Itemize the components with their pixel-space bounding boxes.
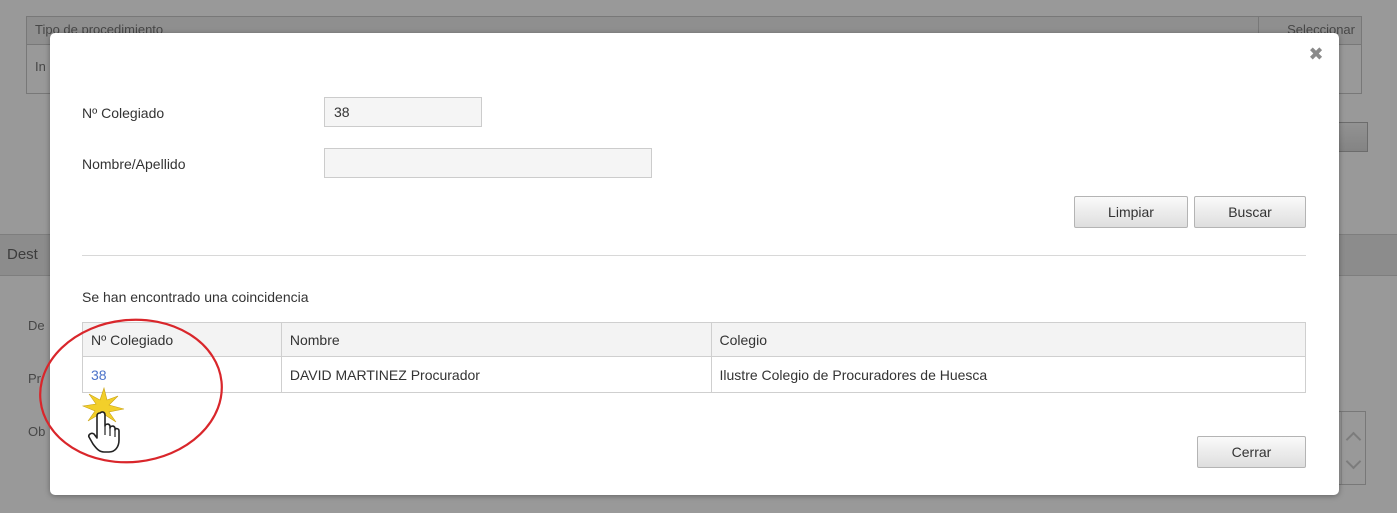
name-surname-input[interactable]: [324, 148, 652, 178]
results-header-row: Nº Colegiado Nombre Colegio: [82, 322, 1307, 357]
colegiado-number-label: Nº Colegiado: [82, 105, 165, 121]
cell-colegiado-number: 38: [82, 356, 282, 393]
close-icon[interactable]: ✖: [1307, 45, 1325, 63]
cell-colegio: Ilustre Colegio de Procuradores de Huesc…: [710, 356, 1307, 393]
table-row[interactable]: 38 DAVID MARTINEZ Procurador Ilustre Col…: [82, 356, 1307, 393]
divider: [82, 255, 1306, 256]
cell-name: DAVID MARTINEZ Procurador: [280, 356, 712, 393]
results-message: Se han encontrado una coincidencia: [82, 289, 309, 305]
search-colegiado-dialog: ✖ Nº Colegiado Nombre/Apellido Limpiar B…: [50, 33, 1339, 495]
col-colegiado-number: Nº Colegiado: [82, 322, 282, 357]
clear-button[interactable]: Limpiar: [1074, 196, 1188, 228]
col-colegio: Colegio: [710, 322, 1307, 357]
col-name: Nombre: [280, 322, 712, 357]
results-table: Nº Colegiado Nombre Colegio 38 DAVID MAR…: [82, 322, 1307, 393]
search-button[interactable]: Buscar: [1194, 196, 1306, 228]
colegiado-number-link[interactable]: 38: [91, 367, 107, 383]
name-surname-label: Nombre/Apellido: [82, 156, 186, 172]
close-button[interactable]: Cerrar: [1197, 436, 1306, 468]
colegiado-number-input[interactable]: [324, 97, 482, 127]
